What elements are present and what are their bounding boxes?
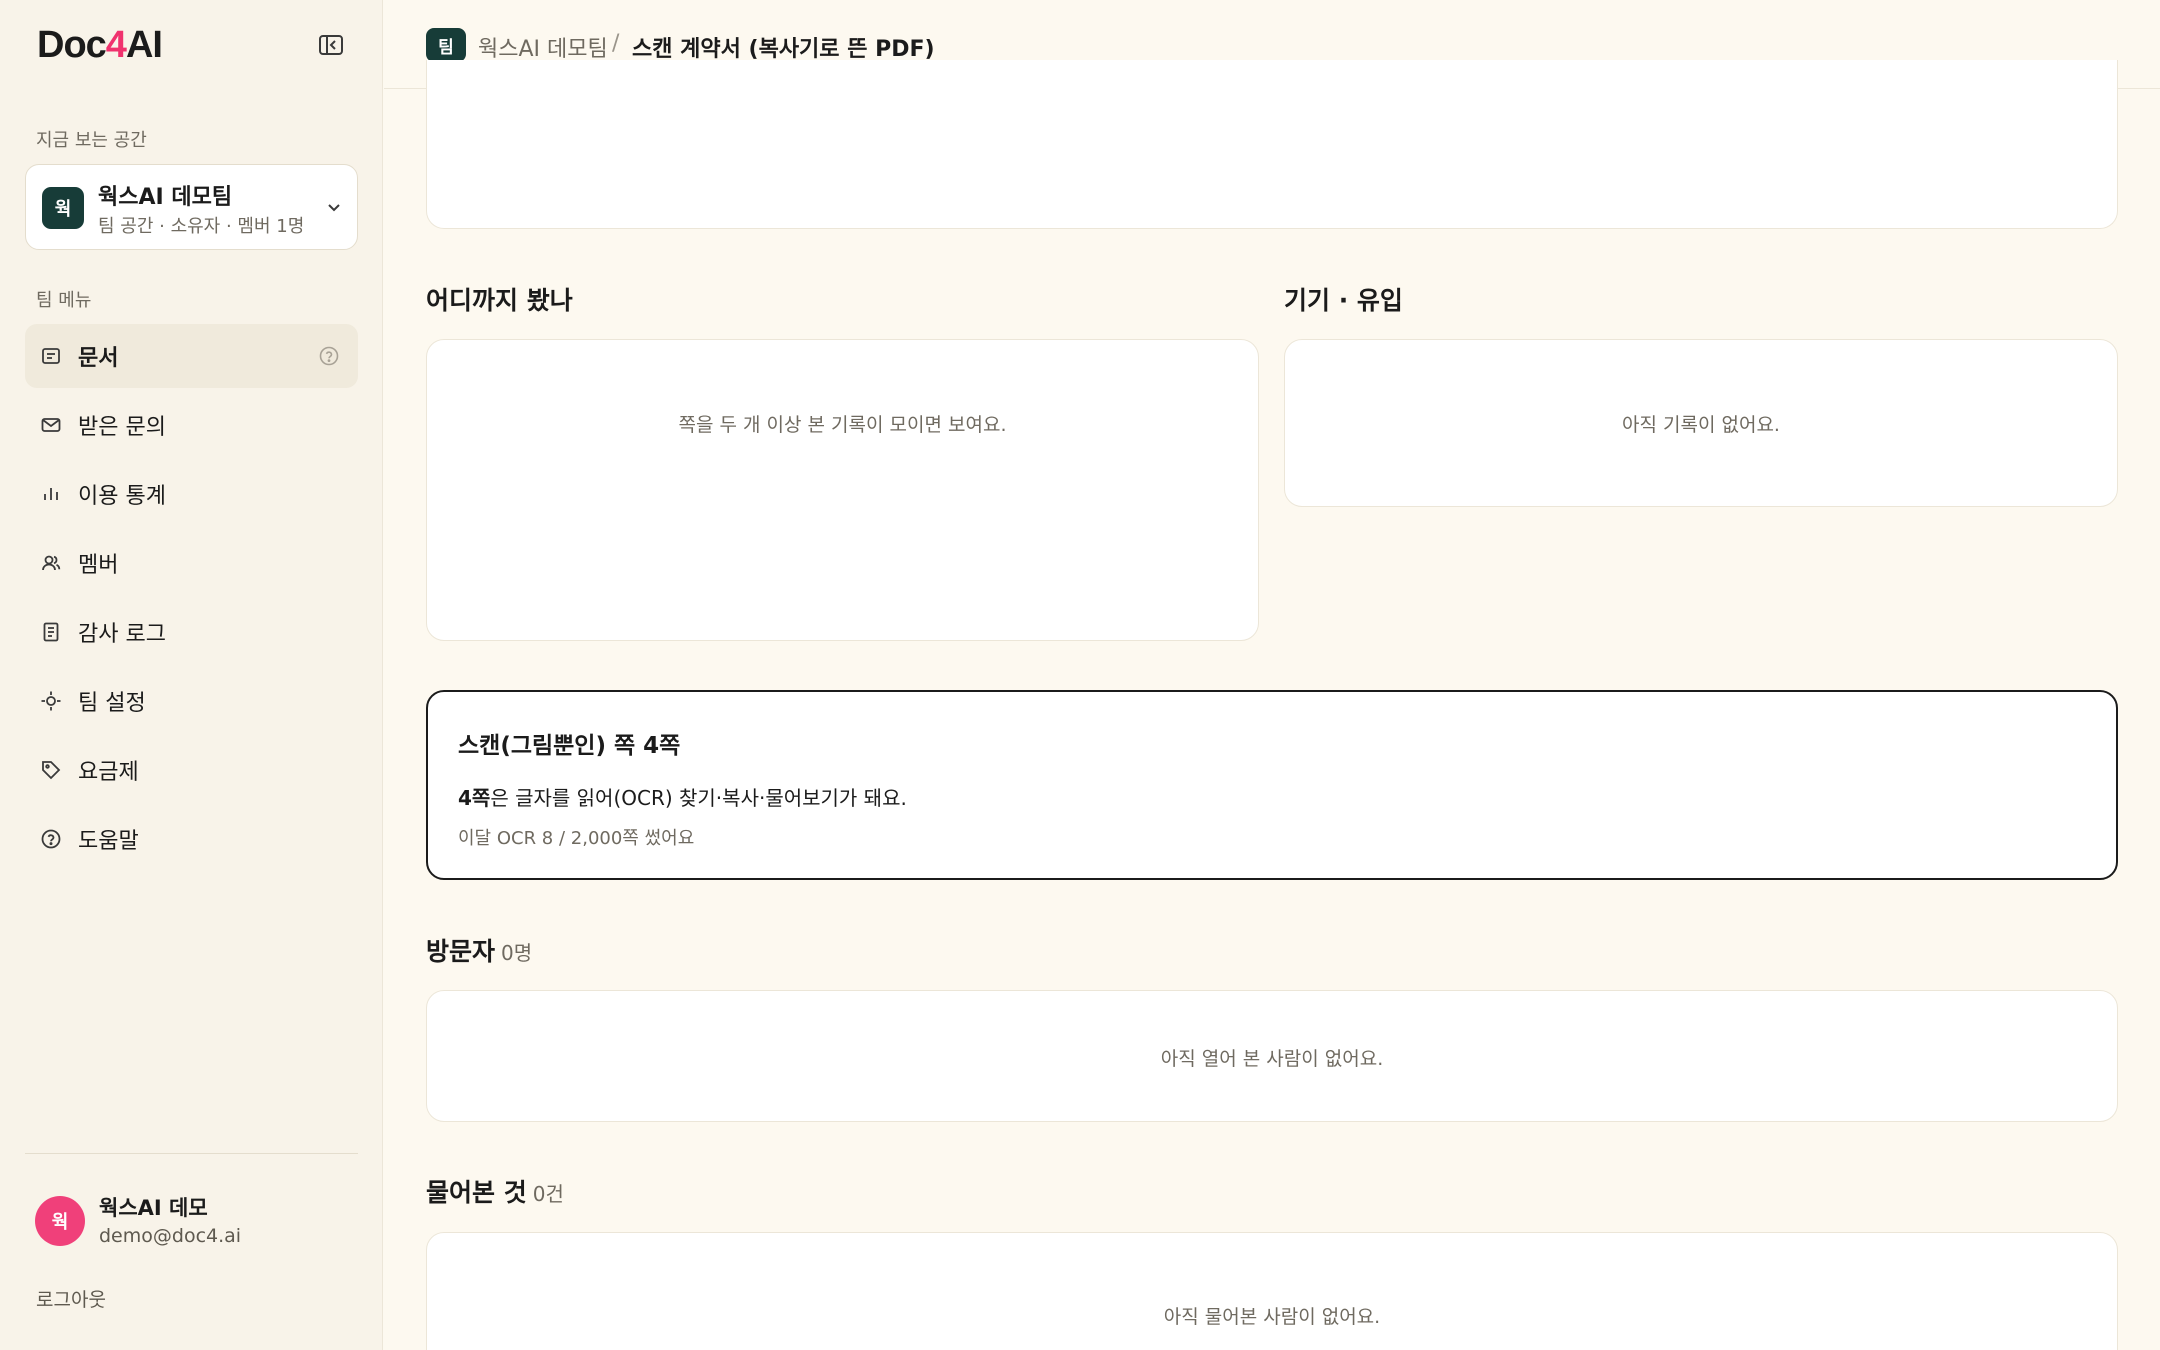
sidebar-divider [25,1153,358,1154]
device-panel: 아직 기록이 없어요. [1284,339,2118,507]
sidebar-item-label: 문서 [78,346,119,371]
menu-label: 팀 메뉴 [36,290,92,311]
progress-section-title: 어디까지 봤나 [426,286,573,315]
progress-panel: 쪽을 두 개 이상 본 기록이 모이면 보여요. [426,339,1259,641]
settings-icon [40,690,62,712]
ocr-description-text: 은 글자를 읽어(OCR) 찾기·복사·물어보기가 돼요. [490,786,907,810]
sidebar-item-label: 감사 로그 [78,622,166,647]
sidebar-item-label: 요금제 [78,760,139,785]
visitors-title-text: 방문자 [426,937,496,966]
breadcrumb-team-badge: 팀 [426,28,466,62]
breadcrumb-current-document: 스캔 계약서 (복사기로 뜬 PDF) [632,37,935,62]
sidebar-item-help[interactable]: 도움말 [25,807,358,871]
visitors-panel: 아직 열어 본 사람이 없어요. [426,990,2118,1122]
space-label: 지금 보는 공간 [36,130,147,151]
sidebar-item-documents[interactable]: 문서 [25,324,358,388]
app-logo[interactable]: Doc4AI [37,24,163,67]
breadcrumb-separator: / [612,31,620,56]
help-icon [40,828,62,850]
sidebar-item-label: 받은 문의 [78,415,166,440]
logout-link[interactable]: 로그아웃 [36,1285,106,1312]
progress-empty-text: 쪽을 두 개 이상 본 기록이 모이면 보여요. [678,414,1007,436]
audit-log-icon [40,621,62,643]
visitors-count: 0명 [501,941,533,965]
ocr-usage-text: 이달 OCR 8 / 2,000쪽 썼어요 [458,828,695,849]
ocr-card-description: 4쪽은 글자를 읽어(OCR) 찾기·복사·물어보기가 돼요. [458,782,907,811]
questions-title-text: 물어본 것 [426,1178,527,1207]
ocr-info-card: 스캔(그림뿐인) 쪽 4쪽 4쪽은 글자를 읽어(OCR) 찾기·복사·물어보기… [426,690,2118,880]
sidebar-item-team-settings[interactable]: 팀 설정 [25,669,358,733]
questions-section-title: 물어본 것 0건 [426,1173,564,1209]
sidebar-item-label: 이용 통계 [78,484,166,509]
questions-count: 0건 [532,1182,564,1206]
visitors-section-title: 방문자 0명 [426,932,532,968]
sidebar-collapse-icon[interactable] [318,34,344,56]
space-subtitle: 팀 공간 · 소유자 · 멤버 1명 [98,216,305,237]
sidebar-item-inquiries[interactable]: 받은 문의 [25,393,358,457]
space-avatar: 웍 [42,187,84,229]
user-email: demo@doc4.ai [99,1225,242,1247]
tag-icon [40,759,62,781]
members-icon [40,552,62,574]
user-avatar[interactable]: 웍 [35,1196,85,1246]
sidebar-item-pricing[interactable]: 요금제 [25,738,358,802]
sidebar-item-label: 팀 설정 [78,691,146,716]
sidebar-item-members[interactable]: 멤버 [25,531,358,595]
device-section-title: 기기 · 유입 [1284,286,1403,315]
ocr-page-count: 4쪽 [458,786,491,810]
device-empty-text: 아직 기록이 없어요. [1622,414,1780,436]
chevron-down-icon [324,197,344,217]
document-icon [40,345,62,367]
space-name: 웍스AI 데모팀 [98,185,233,210]
user-name: 웍스AI 데모 [99,1196,208,1220]
sidebar-item-label: 도움말 [78,829,139,854]
sidebar-item-usage-stats[interactable]: 이용 통계 [25,462,358,526]
sidebar-item-audit-log[interactable]: 감사 로그 [25,600,358,664]
bar-chart-icon [40,483,62,505]
mail-icon [40,414,62,436]
help-circle-icon[interactable] [318,345,340,367]
sidebar-item-label: 멤버 [78,553,119,578]
ocr-card-title: 스캔(그림뿐인) 쪽 4쪽 [458,733,681,759]
sidebar: Doc4AI 지금 보는 공간 웍 웍스AI 데모팀 팀 공간 · 소유자 · … [0,0,383,1350]
questions-empty-text: 아직 물어본 사람이 없어요. [1163,1306,1381,1328]
space-switcher[interactable]: 웍 웍스AI 데모팀 팀 공간 · 소유자 · 멤버 1명 [25,164,358,250]
breadcrumb-space[interactable]: 웍스AI 데모팀 [478,31,608,63]
visitors-empty-text: 아직 열어 본 사람이 없어요. [1160,1048,1384,1070]
questions-panel: 아직 물어본 사람이 없어요. [426,1232,2118,1350]
top-panel [426,60,2118,229]
sidebar-menu: 문서 받은 문의 이용 통계 멤버 감사 로그 팀 설정 요금제 도움말 [25,324,358,876]
